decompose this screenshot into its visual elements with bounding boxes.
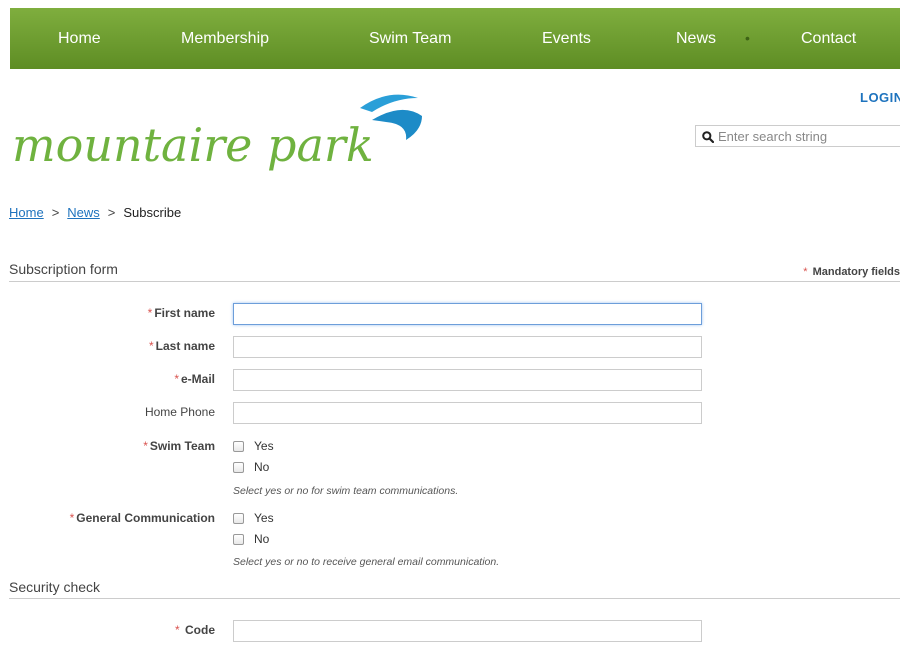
last-name-label: * Last name: [149, 339, 215, 353]
general-yes-option[interactable]: Yes: [233, 511, 274, 525]
general-communication-label-text: General Communication: [76, 511, 215, 525]
required-marker: *: [174, 372, 179, 386]
first-name-label: * First name: [148, 306, 215, 320]
swim-team-yes-checkbox[interactable]: [233, 440, 244, 452]
required-marker: *: [174, 623, 180, 637]
security-section-header: Security check: [9, 579, 900, 599]
main-nav: Home Membership Swim Team Events News • …: [10, 8, 900, 69]
general-no-option[interactable]: No: [233, 532, 269, 546]
last-name-input[interactable]: [233, 336, 702, 358]
breadcrumb-separator: >: [107, 205, 116, 220]
subscription-form-title: Subscription form: [9, 261, 118, 277]
swim-team-label: * Swim Team: [143, 439, 215, 453]
swim-team-label-text: Swim Team: [149, 439, 215, 453]
code-label: * Code: [175, 623, 215, 637]
swim-team-no-checkbox[interactable]: [233, 461, 244, 473]
site-logo[interactable]: mountaire park: [10, 84, 430, 194]
nav-events[interactable]: Events: [542, 8, 591, 69]
email-label-text: e-Mail: [180, 372, 215, 386]
general-communication-label: * General Communication: [70, 511, 215, 525]
swim-team-yes-option[interactable]: Yes: [233, 439, 274, 453]
option-label: Yes: [254, 439, 274, 453]
required-marker: *: [147, 306, 153, 320]
search-box[interactable]: [695, 125, 900, 147]
general-hint: Select yes or no to receive general emai…: [233, 556, 500, 568]
email-input[interactable]: [233, 369, 702, 391]
general-yes-checkbox[interactable]: [233, 512, 244, 524]
option-label: No: [254, 532, 270, 546]
home-phone-label: Home Phone: [145, 405, 215, 419]
required-marker: *: [69, 511, 75, 525]
required-marker: *: [143, 439, 148, 453]
breadcrumb-separator: >: [51, 205, 60, 220]
general-no-checkbox[interactable]: [233, 533, 244, 545]
home-phone-input[interactable]: [233, 402, 702, 424]
required-marker: *: [148, 339, 154, 353]
nav-contact[interactable]: Contact: [801, 8, 856, 69]
code-label-text: Code: [185, 623, 215, 637]
login-link[interactable]: LOGIN: [860, 90, 900, 105]
breadcrumb-home[interactable]: Home: [9, 205, 44, 220]
nav-separator: •: [745, 30, 750, 46]
search-input[interactable]: [718, 128, 896, 144]
breadcrumb: Home > News > Subscribe: [9, 205, 181, 220]
subscription-section-header: Subscription form * Mandatory fields: [9, 261, 900, 282]
swim-team-hint: Select yes or no for swim team communica…: [233, 485, 459, 497]
nav-news[interactable]: News: [676, 8, 716, 69]
last-name-label-text: Last name: [155, 339, 215, 353]
logo-text: mountaire park: [12, 118, 374, 172]
home-phone-label-text: Home Phone: [144, 405, 215, 419]
swim-team-no-option[interactable]: No: [233, 460, 269, 474]
required-marker: *: [803, 266, 808, 278]
nav-home[interactable]: Home: [58, 8, 101, 69]
breadcrumb-news[interactable]: News: [67, 205, 100, 220]
security-check-title: Security check: [9, 579, 101, 595]
first-name-input[interactable]: [233, 303, 702, 325]
breadcrumb-current: Subscribe: [123, 205, 182, 220]
mandatory-note: * Mandatory fields: [803, 266, 900, 278]
logo-wave-icon: [360, 94, 418, 112]
nav-membership[interactable]: Membership: [181, 8, 269, 69]
code-input[interactable]: [233, 620, 702, 642]
logo-drop-icon: [372, 109, 422, 140]
email-label: * e-Mail: [174, 372, 215, 386]
search-icon[interactable]: [702, 131, 714, 143]
nav-swim-team[interactable]: Swim Team: [369, 8, 451, 69]
mandatory-label: Mandatory fields: [812, 266, 900, 278]
option-label: Yes: [254, 511, 274, 525]
first-name-label-text: First name: [154, 306, 215, 320]
option-label: No: [254, 460, 270, 474]
